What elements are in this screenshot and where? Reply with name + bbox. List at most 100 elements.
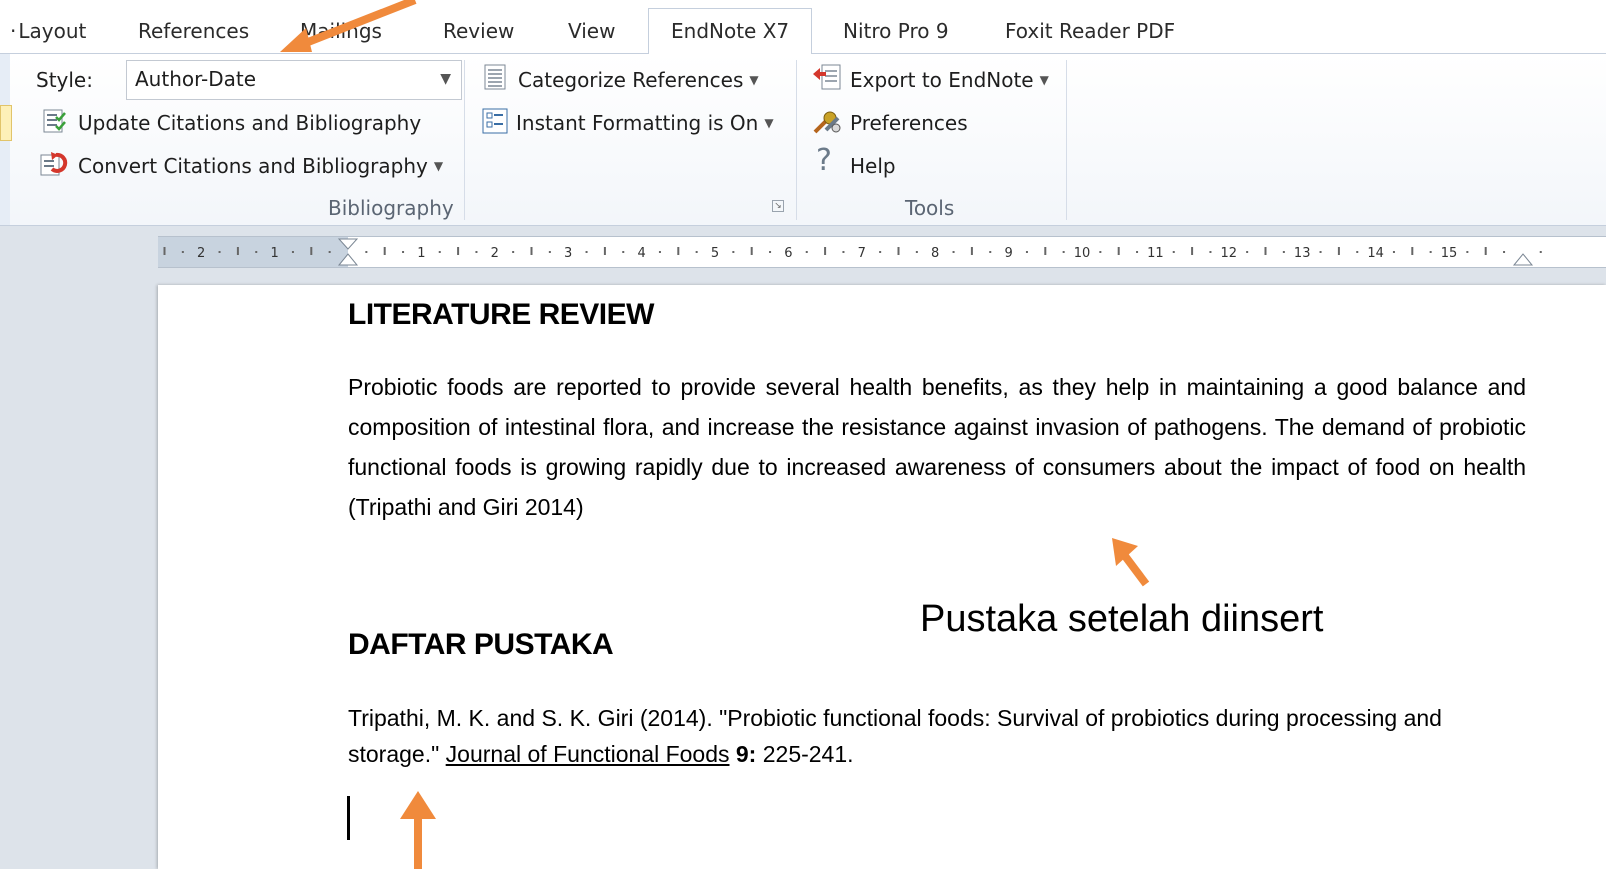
convert-citations-button[interactable]: Convert Citations and Bibliography ▼ bbox=[78, 153, 443, 179]
help-button[interactable]: Help bbox=[850, 153, 896, 179]
tab-references[interactable]: References bbox=[138, 16, 249, 46]
first-line-indent-marker[interactable] bbox=[337, 238, 359, 250]
instant-formatting-button[interactable]: Instant Formatting is On ▼ bbox=[516, 110, 774, 136]
ruler-tick bbox=[952, 251, 955, 253]
tab-review[interactable]: Review bbox=[443, 16, 514, 46]
convert-citations-label: Convert Citations and Bibliography bbox=[78, 154, 428, 178]
ruler-tick bbox=[291, 251, 294, 253]
ruler-tick-label: 7 bbox=[858, 246, 866, 261]
horizontal-ruler[interactable]: 2 1 1 2 3 4 5 6 7 8 9 10 11 12 13 14 15 bbox=[158, 236, 1606, 268]
annotation-arrow-icon bbox=[280, 0, 417, 52]
ribbon-tab-bar: ·Layout References Mailings Review View … bbox=[0, 0, 1606, 54]
ruler-tick bbox=[1337, 247, 1340, 255]
ruler-tick bbox=[402, 251, 405, 253]
ruler-tick bbox=[548, 251, 551, 253]
annotation-label: Pustaka setelah diinsert bbox=[920, 598, 1324, 640]
annotation-arrow-icon bbox=[1112, 538, 1150, 587]
ruler-tick bbox=[512, 251, 515, 253]
tab-nitro-pro[interactable]: Nitro Pro 9 bbox=[843, 16, 949, 46]
ruler-tick-label: 1 bbox=[270, 246, 278, 261]
ruler-tick bbox=[310, 247, 313, 255]
ruler-tick bbox=[989, 251, 992, 253]
tab-layout-label: Layout bbox=[18, 19, 87, 43]
update-citations-icon bbox=[43, 109, 66, 133]
ruler-tick bbox=[1282, 251, 1285, 253]
ruler-tick bbox=[1264, 247, 1267, 255]
ruler-tick-label: 4 bbox=[637, 246, 645, 261]
ruler-tick bbox=[328, 251, 331, 253]
ruler-tick bbox=[1136, 251, 1139, 253]
bibliography-entry[interactable]: Tripathi, M. K. and S. K. Giri (2014). "… bbox=[348, 700, 1468, 772]
ribbon-group-divider bbox=[796, 60, 797, 220]
ruler-tick bbox=[236, 247, 239, 255]
ruler-tick bbox=[1503, 251, 1506, 253]
ruler-tick bbox=[622, 251, 625, 253]
tab-layout[interactable]: · Layout bbox=[10, 16, 86, 46]
ruler-tick bbox=[1062, 251, 1065, 253]
ruler-tick bbox=[383, 247, 386, 255]
ruler-tick bbox=[769, 251, 772, 253]
ruler-tick bbox=[1466, 251, 1469, 253]
hanging-indent-marker[interactable] bbox=[337, 253, 359, 266]
group-label-bibliography: Bibliography bbox=[328, 196, 454, 220]
preferences-button[interactable]: Preferences bbox=[850, 110, 968, 136]
ruler-tick-label: 10 bbox=[1074, 246, 1091, 261]
chevron-down-icon: ▼ bbox=[749, 73, 759, 87]
ruler-tick-label: 1 bbox=[417, 246, 425, 261]
heading-daftar-pustaka: DAFTAR PUSTAKA bbox=[348, 628, 614, 661]
right-indent-marker[interactable] bbox=[1512, 253, 1534, 266]
ruler-tick bbox=[1099, 251, 1102, 253]
ruler-tick-label: 3 bbox=[564, 246, 572, 261]
export-to-endnote-label: Export to EndNote bbox=[850, 68, 1034, 92]
ruler-tick-label: 12 bbox=[1221, 246, 1238, 261]
ruler-tick bbox=[1172, 251, 1175, 253]
reference-volume: 9: bbox=[735, 741, 757, 767]
ruler-tick bbox=[842, 251, 845, 253]
reference-pages: 225-241. bbox=[762, 741, 854, 767]
ruler-tick bbox=[915, 251, 918, 253]
annotation-arrow-icon bbox=[400, 791, 436, 869]
reference-journal: Journal of Functional Foods bbox=[445, 741, 730, 767]
ruler-tick-label: 13 bbox=[1294, 246, 1311, 261]
ruler-tick bbox=[970, 247, 973, 255]
preferences-icon bbox=[813, 111, 841, 134]
ruler-tick bbox=[695, 251, 698, 253]
categorize-references-icon bbox=[484, 64, 506, 90]
style-dropdown[interactable]: Author-Date ▼ bbox=[126, 60, 462, 100]
text-cursor bbox=[347, 796, 350, 840]
ruler-tick bbox=[805, 251, 808, 253]
body-paragraph[interactable]: Probiotic foods are reported to provide … bbox=[348, 367, 1526, 527]
ruler-tick-label: 9 bbox=[1004, 246, 1012, 261]
dialog-launcher-icon[interactable]: ↘ bbox=[772, 200, 784, 212]
tab-view[interactable]: View bbox=[568, 16, 615, 46]
help-icon: ? bbox=[816, 143, 832, 178]
categorize-references-label: Categorize References bbox=[518, 68, 744, 92]
ribbon-overflow-marker bbox=[0, 105, 12, 141]
ruler-tick bbox=[1025, 251, 1028, 253]
export-to-endnote-icon bbox=[813, 64, 841, 90]
chevron-down-icon: ▼ bbox=[764, 116, 774, 130]
update-citations-button[interactable]: Update Citations and Bibliography bbox=[78, 110, 421, 136]
convert-citations-icon bbox=[40, 152, 68, 176]
ruler-tick bbox=[1411, 247, 1414, 255]
ruler-tick bbox=[1356, 251, 1359, 253]
tab-endnote-x7[interactable]: EndNote X7 bbox=[648, 8, 813, 54]
in-text-citation[interactable]: (Tripathi and Giri 2014) bbox=[348, 494, 584, 520]
tab-foxit-reader[interactable]: Foxit Reader PDF bbox=[1005, 16, 1175, 46]
ruler-tick bbox=[218, 251, 221, 253]
ribbon-column-divider bbox=[464, 60, 465, 220]
ruler-tick bbox=[658, 251, 661, 253]
ruler-tick bbox=[530, 247, 533, 255]
ruler-tick bbox=[457, 247, 460, 255]
ruler-tick-label: 5 bbox=[711, 246, 719, 261]
chevron-down-icon: ▼ bbox=[433, 159, 444, 173]
ruler-tick bbox=[879, 251, 882, 253]
ruler-tick bbox=[1429, 251, 1432, 253]
ruler-tick-label: 14 bbox=[1367, 246, 1384, 261]
body-paragraph-text: Probiotic foods are reported to provide … bbox=[348, 374, 1526, 480]
ruler-tick bbox=[1246, 251, 1249, 253]
export-to-endnote-button[interactable]: Export to EndNote ▼ bbox=[850, 67, 1049, 93]
categorize-references-button[interactable]: Categorize References ▼ bbox=[518, 67, 759, 93]
ribbon-group-divider bbox=[1066, 60, 1067, 220]
ruler-tick-label: 2 bbox=[197, 246, 205, 261]
